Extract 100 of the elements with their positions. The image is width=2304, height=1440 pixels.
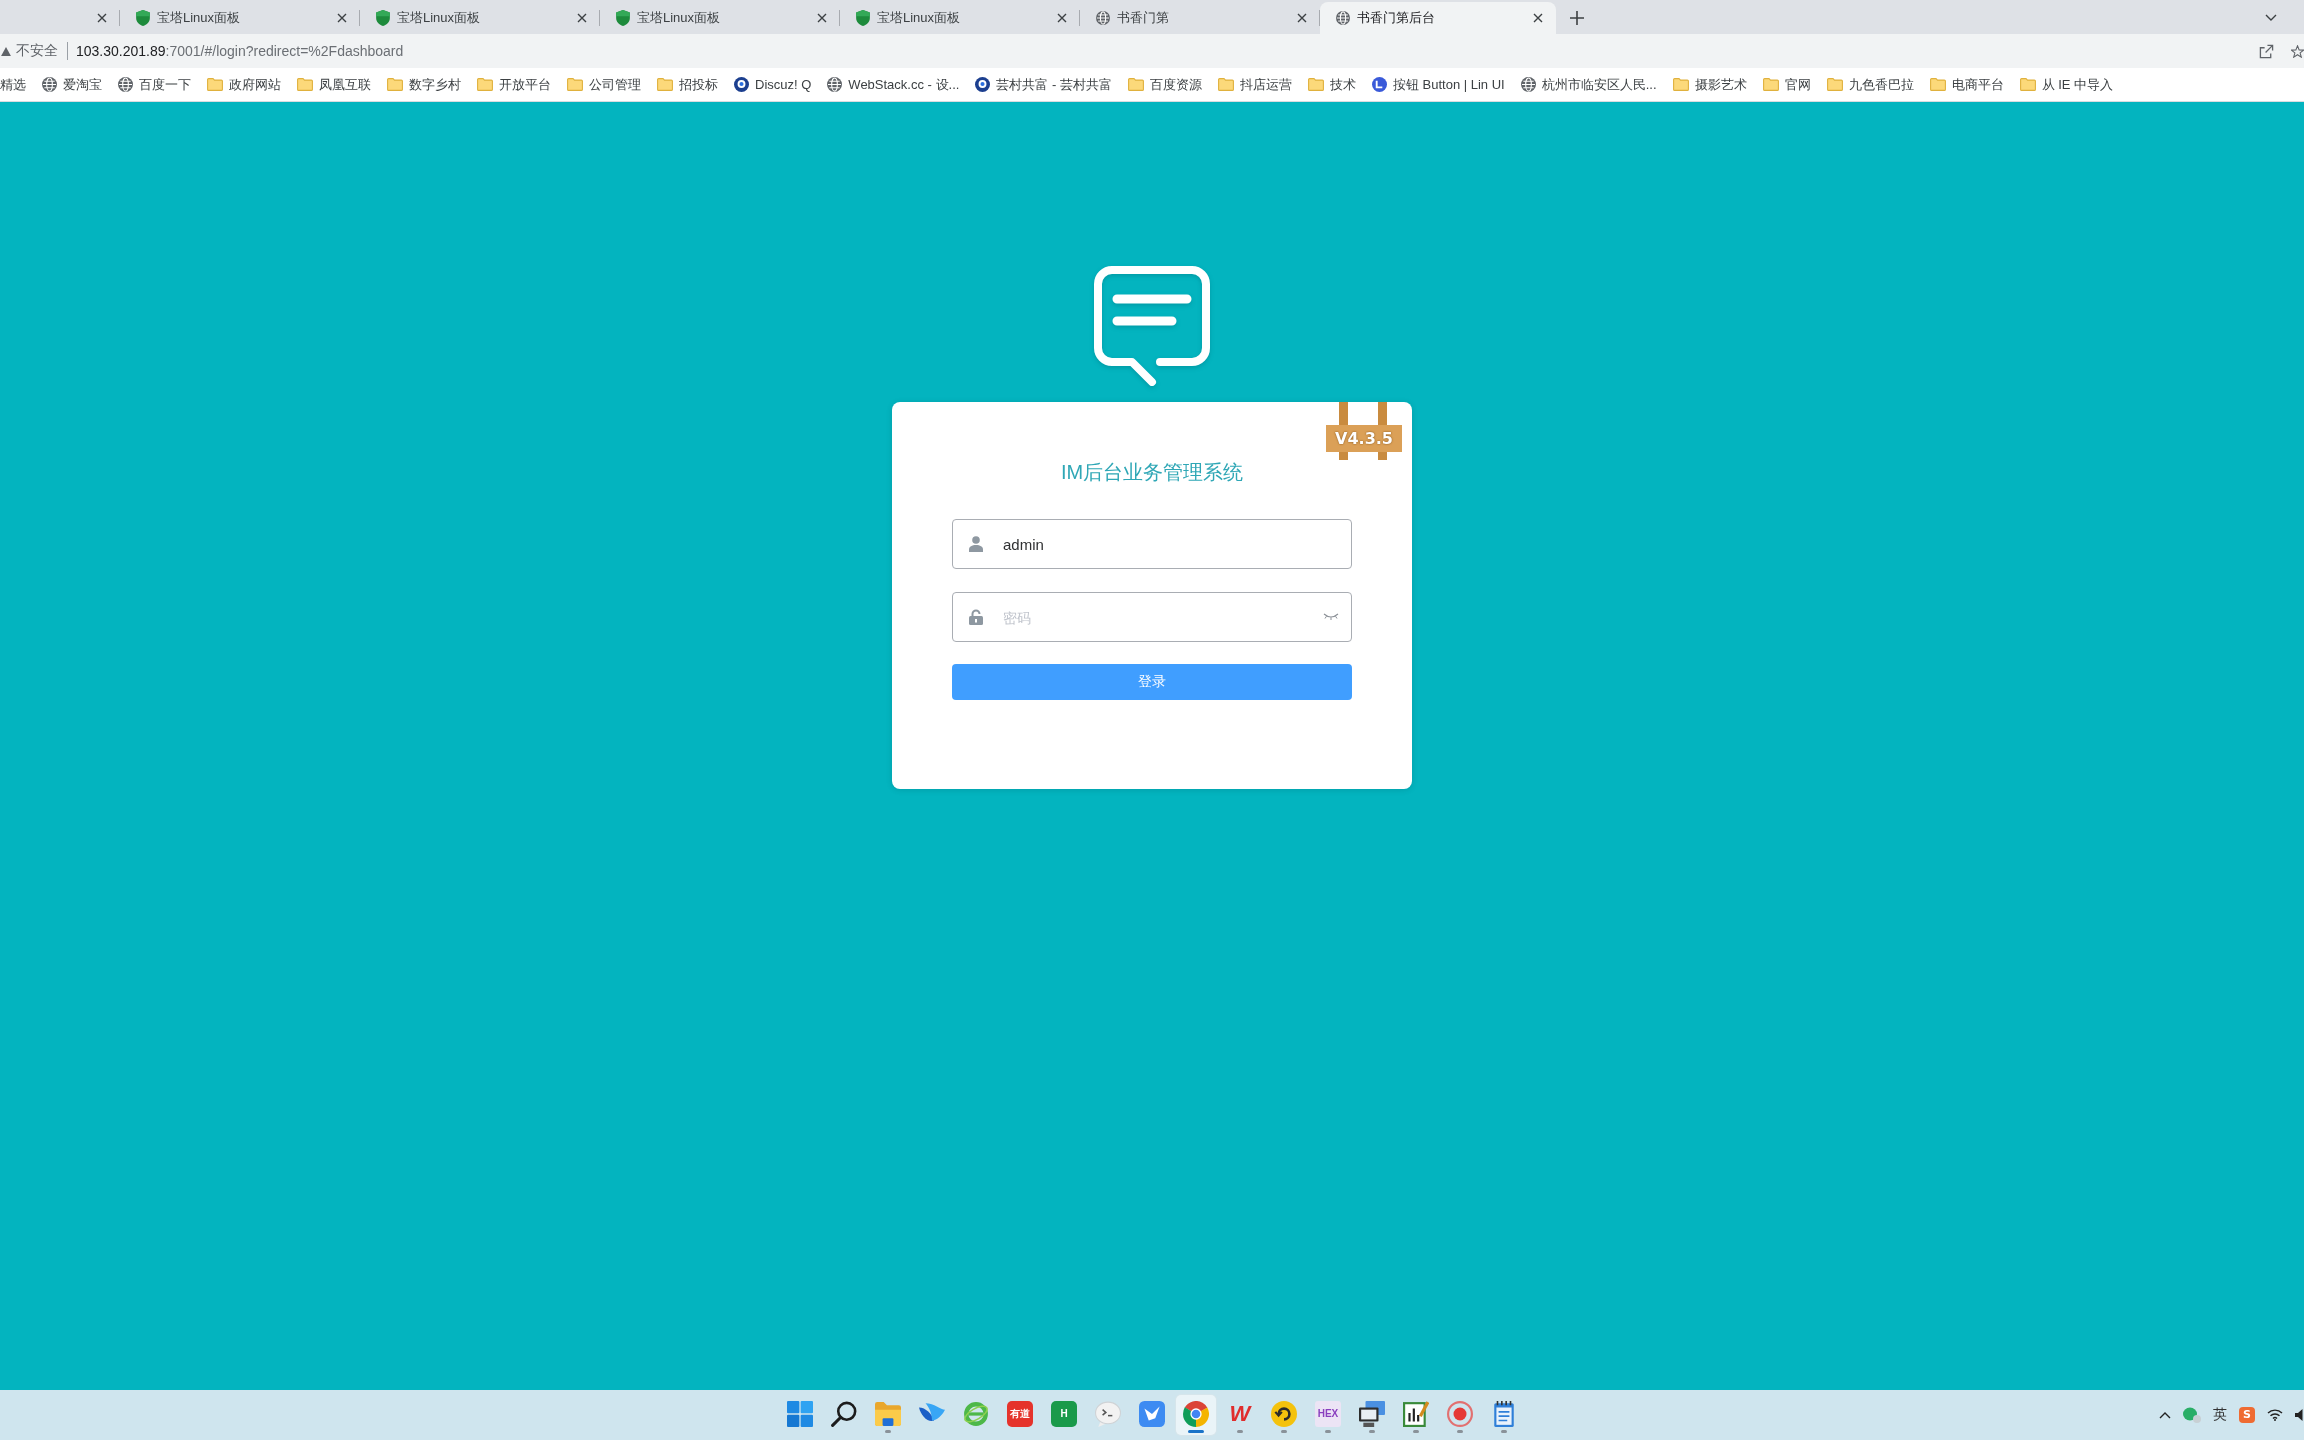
chat-bubble-logo-icon: [1092, 266, 1212, 388]
login-title: IM后台业务管理系统: [1059, 460, 1245, 485]
close-icon[interactable]: [577, 13, 587, 23]
app-logo-icon: W: [1227, 1401, 1253, 1427]
shield-icon: [616, 10, 630, 26]
search-icon: [831, 1401, 857, 1427]
folder-icon: [657, 78, 673, 91]
browser-icon: [1183, 1401, 1209, 1427]
bookmark-item[interactable]: 凤凰互联: [289, 71, 379, 98]
folder-icon: [1929, 78, 1946, 91]
share-icon[interactable]: [2259, 43, 2274, 59]
taskbar-button[interactable]: H: [1044, 1395, 1084, 1435]
bookmark-item[interactable]: 芸村共富 - 芸村共富: [967, 71, 1120, 98]
bookmark-item[interactable]: 电商平台: [1921, 71, 2012, 98]
user-icon: [969, 536, 983, 552]
speaker-icon[interactable]: [2295, 1409, 2303, 1421]
bookmark-item[interactable]: 百度资源: [1119, 71, 1210, 98]
folder-icon: [1672, 78, 1689, 91]
ring-logo-icon: [734, 77, 749, 92]
close-icon[interactable]: [337, 13, 347, 23]
folder-icon: [1217, 78, 1234, 91]
record-icon: [1447, 1401, 1473, 1427]
folder-icon: [477, 78, 493, 91]
close-icon[interactable]: [1533, 13, 1543, 23]
ring-logo-icon: [975, 77, 991, 92]
folder-icon: [1127, 78, 1144, 91]
lock-icon: [969, 609, 983, 625]
star-icon[interactable]: [2291, 44, 2304, 58]
bookmark-item[interactable]: 技术: [1299, 71, 1364, 98]
version-badge: V4.3.5: [1326, 402, 1402, 460]
chat-bubble-icon: [1095, 1401, 1121, 1427]
plus-icon[interactable]: [1570, 11, 1584, 25]
bookmark-item[interactable]: WebStack.cc - 设...: [819, 71, 968, 98]
globe-icon: [1096, 10, 1110, 26]
folder-icon: [1826, 78, 1843, 91]
taskbar-button[interactable]: 有道: [1000, 1395, 1040, 1435]
globe-icon: [1336, 10, 1350, 26]
security-indicator[interactable]: 不安全: [0, 39, 58, 63]
folder-icon: [875, 1401, 901, 1427]
close-icon[interactable]: [1057, 13, 1067, 23]
bird-icon: [1139, 1401, 1165, 1427]
browser-tab[interactable]: 宝塔Linux面板: [600, 2, 840, 34]
folder-icon: [1762, 78, 1779, 91]
chevron-down-icon[interactable]: [2265, 14, 2277, 21]
taskbar-button[interactable]: W: [1220, 1395, 1260, 1435]
notepad-icon: [1491, 1401, 1517, 1427]
browser-tab[interactable]: 宝塔Linux面板: [840, 2, 1080, 34]
browser-icon: [963, 1401, 989, 1427]
input-method-indicator[interactable]: 英: [2213, 1406, 2227, 1424]
close-icon[interactable]: [817, 13, 827, 23]
wifi-icon[interactable]: [2267, 1409, 2283, 1421]
password-field[interactable]: 密码: [952, 592, 1352, 642]
taskbar-button[interactable]: HEX: [1308, 1395, 1348, 1435]
closed-eye-icon[interactable]: [1323, 613, 1339, 621]
bookmark-item[interactable]: 公司管理: [559, 71, 649, 98]
browser-tab[interactable]: 宝塔Linux面板: [360, 2, 600, 34]
globe-icon: [42, 77, 57, 92]
bookmark-item[interactable]: 从 IE 中导入: [2011, 71, 2122, 98]
bookmark-item[interactable]: 杭州市临安区人民...: [1512, 71, 1665, 98]
globe-icon: [1520, 77, 1536, 92]
folder-icon: [297, 78, 313, 91]
browser-tab[interactable]: 宝塔Linux面板: [120, 2, 360, 34]
username-field[interactable]: admin: [952, 519, 1352, 569]
bookmark-item[interactable]: Discuz! Q: [726, 71, 820, 98]
bookmark-item[interactable]: 开放平台: [469, 71, 559, 98]
close-icon[interactable]: [97, 13, 107, 23]
folder-icon: [207, 78, 223, 91]
monitor-icon: [1359, 1401, 1385, 1427]
bookmark-item[interactable]: 数字乡村: [379, 71, 469, 98]
globe-icon: [118, 77, 133, 92]
bookmark-item[interactable]: 招投标: [649, 71, 726, 98]
globe-icon: [827, 77, 843, 92]
chevron-up-icon[interactable]: [2159, 1411, 2171, 1419]
shield-icon: [376, 10, 390, 26]
circle-logo-icon: [1371, 77, 1387, 92]
app-logo-icon: HEX: [1315, 1401, 1341, 1427]
shield-icon: [136, 10, 150, 26]
bookmark-item[interactable]: 按钮 Button | Lin UI: [1363, 71, 1513, 98]
sync-icon: [1271, 1401, 1297, 1427]
bookmark-item[interactable]: 九色香巴拉: [1818, 71, 1922, 98]
bookmark-item[interactable]: 摄影艺术: [1664, 71, 1755, 98]
folder-icon: [387, 78, 403, 91]
shield-icon: [856, 10, 870, 26]
chart-icon: [1403, 1401, 1429, 1427]
browser-tab[interactable]: 书香门第: [1080, 2, 1320, 34]
close-icon[interactable]: [1297, 13, 1307, 23]
folder-icon: [1307, 78, 1324, 91]
folder-icon: [567, 78, 583, 91]
start-icon: [787, 1401, 813, 1427]
bookmark-item[interactable]: 官网: [1754, 71, 1819, 98]
bookmark-item[interactable]: 百度一下: [110, 71, 199, 98]
address-field[interactable]: 103.30.201.89:7001/#/login?redirect=%2Fdashboard: [76, 43, 404, 59]
bookmark-item[interactable]: 抖店运营: [1209, 71, 1300, 98]
warning-icon: [1, 46, 11, 56]
bookmark-item[interactable]: 精选: [0, 71, 34, 98]
browser-tab[interactable]: 书香门第后台: [1320, 2, 1556, 34]
app-logo-icon: H: [1051, 1401, 1077, 1427]
bookmark-item[interactable]: 爱淘宝: [34, 71, 110, 98]
bookmark-item[interactable]: 政府网站: [199, 71, 289, 98]
app-logo-icon: 有道: [1007, 1401, 1033, 1427]
